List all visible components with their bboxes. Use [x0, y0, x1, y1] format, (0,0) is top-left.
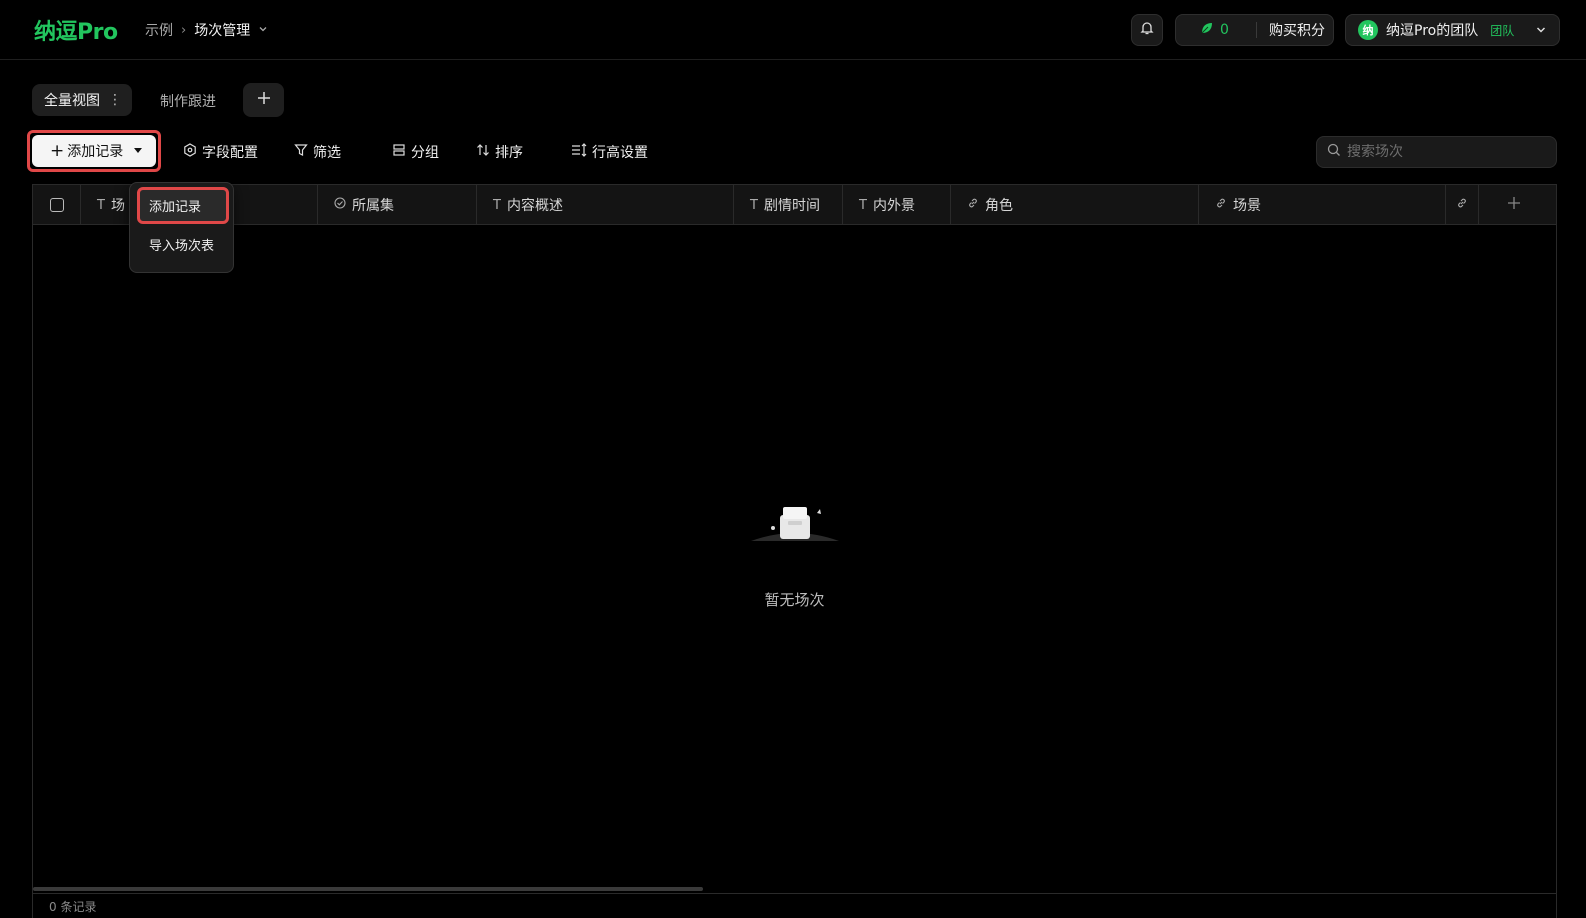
menu-item-add-record[interactable]: 添加记录 — [130, 189, 233, 221]
column-label: 角色 — [985, 198, 1013, 214]
filter-icon — [294, 143, 308, 161]
plus-icon — [1507, 196, 1521, 214]
table-header: T 场 所属集 T 内容概述 T 剧情时间 T 内外景 角色 场景 — [33, 185, 1556, 225]
search-input[interactable] — [1347, 144, 1547, 160]
points-widget: 0 购买积分 — [1175, 14, 1334, 46]
bell-icon — [1139, 20, 1155, 40]
column-header-extra-link[interactable] — [1446, 185, 1479, 225]
select-all-cell — [33, 185, 81, 225]
chevron-right-icon: › — [181, 22, 187, 38]
group-icon — [392, 143, 406, 161]
tab-production-tracking[interactable]: 制作跟进 — [160, 91, 216, 111]
scenes-table: T 场 所属集 T 内容概述 T 剧情时间 T 内外景 角色 场景 暂无场次 0… — [32, 184, 1557, 918]
column-label: 场景 — [1233, 198, 1261, 214]
empty-box-icon — [33, 495, 1556, 551]
plus-icon — [256, 90, 272, 110]
text-type-icon: T — [859, 197, 867, 213]
column-header-characters[interactable]: 角色 — [951, 185, 1199, 225]
text-type-icon: T — [750, 197, 758, 213]
record-count: 0 条记录 — [33, 893, 1556, 918]
column-label: 内容概述 — [506, 198, 563, 214]
group-label: 分组 — [411, 145, 439, 161]
sort-icon — [476, 143, 490, 161]
add-record-label: 添加记录 — [67, 144, 124, 160]
team-badge: 团队 — [1490, 23, 1515, 38]
breadcrumb: 示例 › 场次管理 — [145, 20, 268, 40]
app-logo[interactable]: 纳逗Pro — [34, 14, 118, 46]
link-icon — [1215, 197, 1227, 213]
search-box — [1316, 136, 1557, 168]
top-bar: 纳逗Pro 示例 › 场次管理 0 购买积分 纳 纳逗Pro的团队 团队 — [0, 0, 1586, 60]
text-type-icon: T — [97, 197, 105, 213]
horizontal-scrollbar[interactable] — [33, 887, 703, 891]
plus-icon: + — [50, 141, 65, 161]
sort-button[interactable]: 排序 — [476, 142, 523, 162]
add-record-button[interactable]: + 添加记录 — [32, 135, 156, 167]
empty-state: 暂无场次 — [33, 495, 1556, 610]
buy-points-button[interactable]: 购买积分 — [1257, 20, 1325, 40]
add-view-button[interactable] — [243, 83, 284, 117]
add-record-menu: 添加记录 导入场次表 — [129, 182, 234, 273]
text-type-icon: T — [493, 197, 501, 213]
breadcrumb-parent[interactable]: 示例 — [145, 20, 173, 40]
leaf-icon — [1200, 21, 1214, 39]
link-icon — [967, 197, 979, 213]
more-vertical-icon[interactable]: ⋮ — [108, 92, 122, 108]
link-icon — [1456, 197, 1468, 213]
field-config-label: 字段配置 — [202, 145, 258, 161]
column-label: 场 — [110, 198, 125, 214]
group-button[interactable]: 分组 — [392, 142, 439, 162]
filter-label: 筛选 — [313, 145, 341, 161]
tab-label: 全量视图 — [44, 93, 100, 109]
column-header-locations[interactable]: 场景 — [1199, 185, 1446, 225]
tab-all-view[interactable]: 全量视图 ⋮ — [32, 84, 132, 116]
team-avatar: 纳 — [1358, 20, 1378, 40]
add-column-button[interactable] — [1479, 185, 1556, 225]
row-height-label: 行高设置 — [592, 145, 648, 161]
column-label: 内外景 — [872, 198, 915, 214]
column-header-episode[interactable]: 所属集 — [318, 185, 477, 225]
row-height-button[interactable]: 行高设置 — [571, 142, 648, 162]
empty-state-text: 暂无场次 — [764, 591, 825, 609]
team-name: 纳逗Pro的团队 — [1386, 23, 1479, 39]
breadcrumb-current[interactable]: 场次管理 — [194, 20, 250, 40]
menu-item-import-scenes[interactable]: 导入场次表 — [130, 228, 233, 260]
row-height-icon — [571, 143, 587, 161]
hexagon-settings-icon — [183, 143, 197, 161]
column-header-summary[interactable]: T 内容概述 — [477, 185, 734, 225]
caret-down-icon[interactable] — [134, 148, 142, 153]
sort-label: 排序 — [495, 145, 523, 161]
points-count: 0 — [1220, 22, 1229, 38]
check-circle-icon — [334, 197, 346, 213]
search-icon — [1327, 143, 1341, 161]
chevron-down-icon — [1535, 24, 1547, 40]
column-label: 剧情时间 — [763, 198, 820, 214]
column-header-story-time[interactable]: T 剧情时间 — [734, 185, 843, 225]
select-all-checkbox[interactable] — [50, 198, 64, 212]
column-header-int-ext[interactable]: T 内外景 — [843, 185, 951, 225]
notification-button[interactable] — [1131, 14, 1163, 46]
field-config-button[interactable]: 字段配置 — [183, 142, 258, 162]
filter-button[interactable]: 筛选 — [294, 142, 341, 162]
team-switcher[interactable]: 纳 纳逗Pro的团队 团队 — [1345, 14, 1560, 46]
points-balance[interactable]: 0 — [1176, 21, 1256, 39]
column-label: 所属集 — [352, 198, 394, 214]
chevron-down-icon[interactable] — [258, 24, 268, 37]
